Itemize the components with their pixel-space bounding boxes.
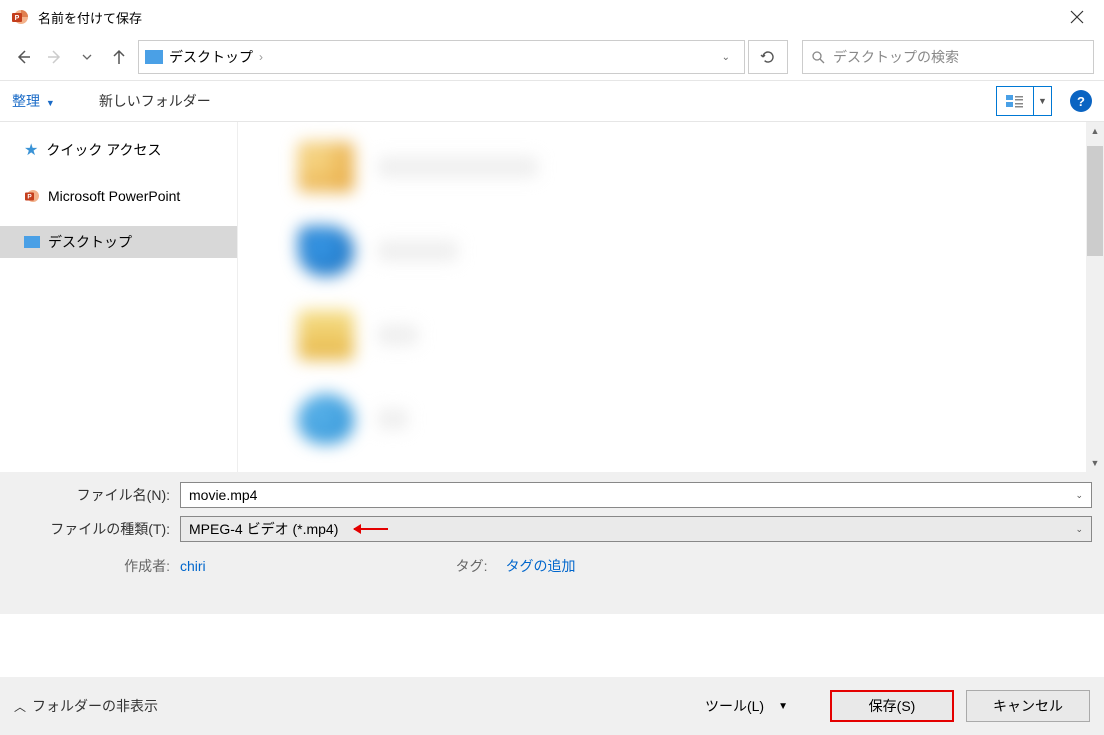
- hide-folders-toggle[interactable]: ︿ フォルダーの非表示: [14, 696, 158, 716]
- scroll-down-icon[interactable]: ▼: [1086, 458, 1104, 468]
- dropdown-arrow-icon[interactable]: ⌄: [1075, 524, 1083, 535]
- scrollbar[interactable]: ▲ ▼: [1086, 122, 1104, 472]
- powerpoint-icon: P: [24, 188, 40, 204]
- search-icon: [811, 50, 825, 64]
- search-placeholder: デスクトップの検索: [833, 47, 959, 67]
- up-button[interactable]: [104, 42, 134, 72]
- toolbar: 整理 ▼ 新しいフォルダー ▼ ?: [0, 80, 1104, 122]
- filetype-select[interactable]: MPEG-4 ビデオ (*.mp4) ⌄: [180, 516, 1092, 542]
- hide-folders-label: フォルダーの非表示: [32, 696, 158, 716]
- annotation-arrow-icon: [354, 528, 388, 530]
- breadcrumb-location: デスクトップ: [169, 47, 253, 67]
- scrollbar-thumb[interactable]: [1087, 146, 1103, 256]
- filetype-value: MPEG-4 ビデオ (*.mp4): [189, 519, 338, 539]
- forward-button[interactable]: [40, 42, 70, 72]
- file-item[interactable]: [298, 142, 1044, 192]
- save-form: ファイル名(N): movie.mp4 ⌄ ファイルの種類(T): MPEG-4…: [0, 472, 1104, 614]
- scroll-up-icon[interactable]: ▲: [1086, 126, 1104, 136]
- back-button[interactable]: [8, 42, 38, 72]
- window-title: 名前を付けて保存: [38, 8, 142, 27]
- tools-menu[interactable]: ツール(L) ▼: [705, 696, 788, 716]
- dropdown-arrow-icon[interactable]: ⌄: [1075, 490, 1083, 501]
- sidebar-item-desktop[interactable]: デスクトップ: [0, 226, 237, 258]
- footer: ︿ フォルダーの非表示 ツール(L) ▼ 保存(S) キャンセル: [0, 677, 1104, 735]
- author-value[interactable]: chiri: [180, 558, 206, 574]
- tag-add-link[interactable]: タグの追加: [506, 556, 576, 576]
- navigation-row: デスクトップ › ⌄ デスクトップの検索: [0, 34, 1104, 80]
- tag-label: タグ:: [456, 556, 498, 576]
- recent-dropdown[interactable]: [72, 42, 102, 72]
- svg-text:P: P: [15, 15, 20, 22]
- tools-label: ツール(L): [705, 696, 764, 716]
- filetype-label: ファイルの種類(T):: [12, 519, 180, 539]
- breadcrumb-separator-icon: ›: [259, 50, 263, 64]
- file-browser: ★ クイック アクセス P Microsoft PowerPoint デスクトッ…: [0, 122, 1104, 472]
- filename-label: ファイル名(N):: [12, 485, 180, 505]
- file-list[interactable]: [238, 122, 1104, 472]
- file-item[interactable]: [298, 310, 1044, 360]
- save-button[interactable]: 保存(S): [830, 690, 954, 722]
- location-folder-icon: [145, 50, 163, 64]
- dropdown-arrow-icon: ▼: [46, 98, 55, 108]
- search-box[interactable]: デスクトップの検索: [802, 40, 1094, 74]
- author-label: 作成者:: [12, 556, 180, 576]
- cancel-button[interactable]: キャンセル: [966, 690, 1090, 722]
- file-item[interactable]: [298, 394, 1044, 444]
- nav-buttons: [8, 42, 134, 72]
- desktop-icon: [24, 236, 40, 248]
- sidebar-item-label: Microsoft PowerPoint: [48, 188, 180, 204]
- svg-text:P: P: [27, 194, 32, 201]
- sidebar-item-label: デスクトップ: [48, 232, 132, 252]
- dropdown-arrow-icon: ▼: [778, 701, 788, 712]
- address-dropdown-icon[interactable]: ⌄: [714, 52, 738, 63]
- refresh-button[interactable]: [748, 40, 788, 74]
- sidebar: ★ クイック アクセス P Microsoft PowerPoint デスクトッ…: [0, 122, 238, 472]
- titlebar: P 名前を付けて保存: [0, 0, 1104, 34]
- powerpoint-app-icon: P: [10, 7, 30, 27]
- filename-value: movie.mp4: [189, 487, 257, 503]
- chevron-up-icon: ︿: [14, 698, 26, 715]
- filename-input[interactable]: movie.mp4 ⌄: [180, 482, 1092, 508]
- sidebar-item-label: クイック アクセス: [46, 140, 161, 160]
- view-mode-button[interactable]: [996, 86, 1034, 116]
- sidebar-item-quick-access[interactable]: ★ クイック アクセス: [0, 134, 237, 166]
- help-button[interactable]: ?: [1070, 90, 1092, 112]
- star-icon: ★: [24, 140, 38, 160]
- organize-menu[interactable]: 整理 ▼: [12, 91, 55, 111]
- view-mode-dropdown[interactable]: ▼: [1034, 86, 1052, 116]
- sidebar-item-powerpoint[interactable]: P Microsoft PowerPoint: [0, 180, 237, 212]
- new-folder-button[interactable]: 新しいフォルダー: [99, 91, 211, 111]
- close-button[interactable]: [1054, 0, 1100, 34]
- file-item[interactable]: [298, 226, 1044, 276]
- address-bar[interactable]: デスクトップ › ⌄: [138, 40, 745, 74]
